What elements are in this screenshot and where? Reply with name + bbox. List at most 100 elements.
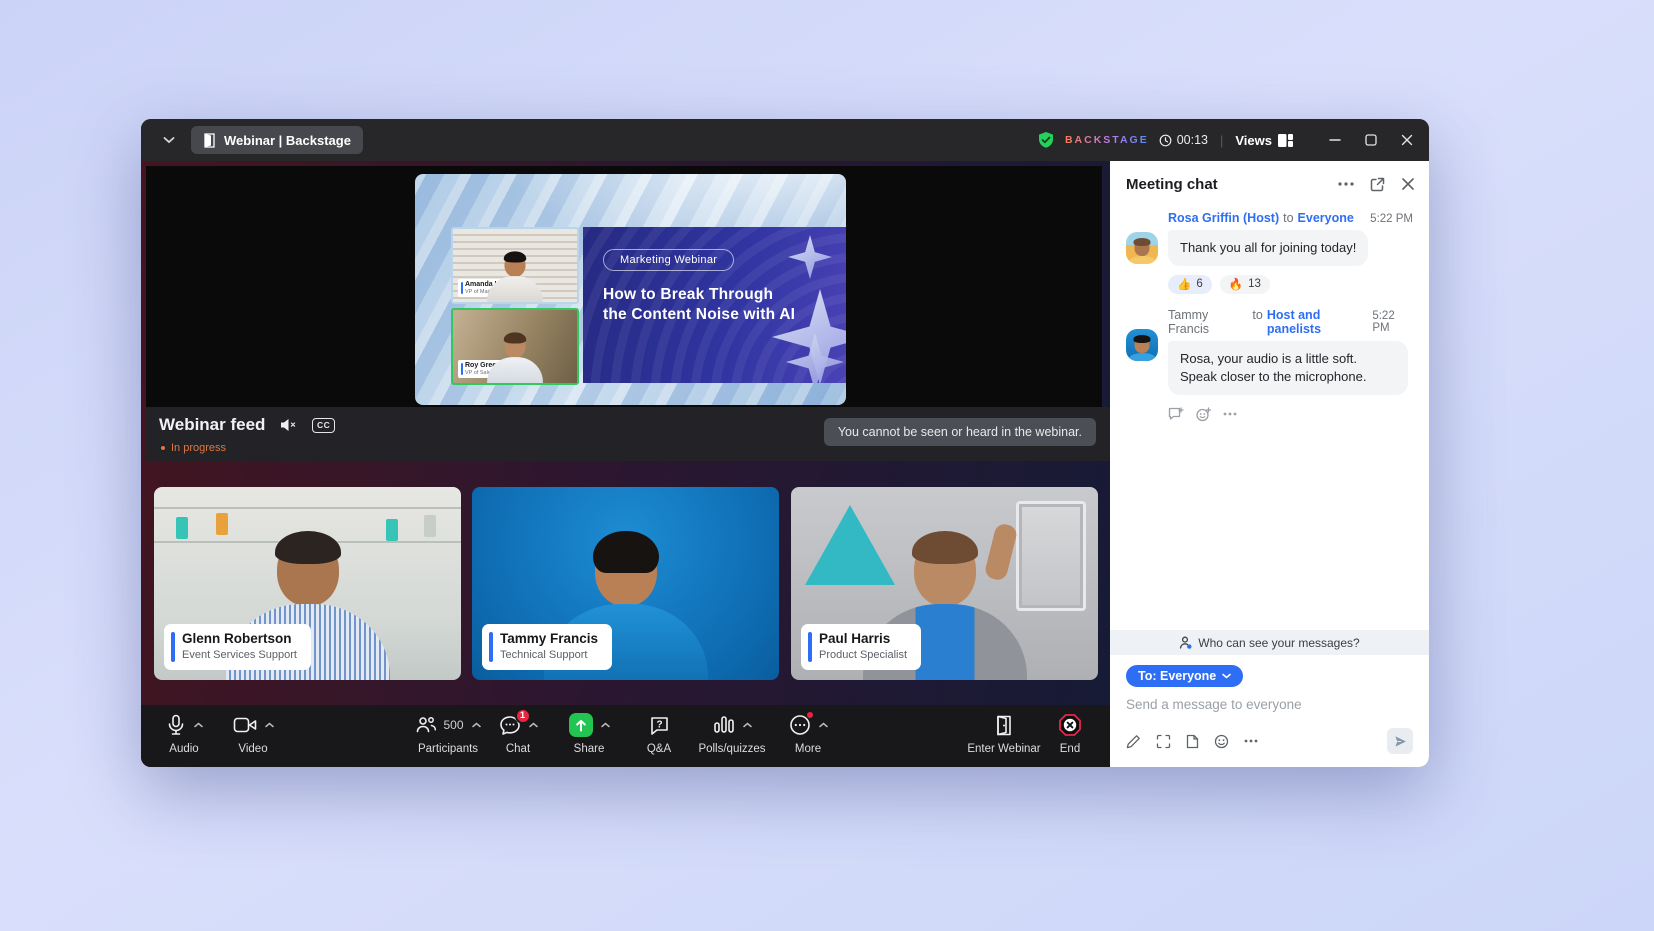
control-bar: Audio Video [141, 705, 1110, 767]
chevron-up-icon[interactable] [743, 722, 752, 728]
send-message-button[interactable] [1387, 728, 1413, 754]
message-bubble: Thank you all for joining today! [1168, 230, 1368, 266]
chat-message: Tammy Francis to Host and panelists 5:22… [1126, 308, 1413, 422]
quote-reply-icon[interactable] [1168, 407, 1184, 421]
feed-header: Webinar feed CC In progress You cannot b… [146, 407, 1110, 461]
reaction-fire[interactable]: 🔥13 [1220, 275, 1270, 294]
chat-message: Rosa Griffin (Host) to Everyone 5:22 PM … [1126, 211, 1413, 294]
sender-name[interactable]: Rosa Griffin (Host) [1168, 211, 1279, 225]
message-input[interactable] [1126, 697, 1376, 712]
chevron-up-icon[interactable] [819, 722, 828, 728]
share-button[interactable]: Share [559, 713, 619, 755]
closed-captions-icon[interactable]: CC [312, 418, 334, 433]
backstage-badge: BACKSTAGE [1065, 134, 1149, 146]
chevron-up-icon[interactable] [601, 722, 610, 728]
recipient-selector[interactable]: To: Everyone [1126, 665, 1243, 687]
presentation-slide: Amanda Lu VP of Marketing Roy Green VP o… [415, 174, 846, 405]
recipient-name[interactable]: Host and panelists [1267, 308, 1372, 336]
chevron-up-icon[interactable] [265, 722, 274, 728]
audio-button[interactable]: Audio [155, 713, 213, 755]
close-button[interactable] [1401, 134, 1413, 146]
nameplate: Glenn Robertson Event Services Support [164, 624, 311, 670]
chat-header: Meeting chat [1110, 161, 1429, 207]
message-more-icon[interactable] [1223, 412, 1237, 416]
qa-button[interactable]: ? Q&A [633, 713, 685, 755]
video-tile-glenn: Glenn Robertson Event Services Support [154, 487, 461, 680]
chat-messages: Rosa Griffin (Host) to Everyone 5:22 PM … [1110, 207, 1429, 428]
chat-button[interactable]: 1 Chat [489, 713, 547, 755]
chat-compose-area: Who can see your messages? To: Everyone [1110, 630, 1429, 767]
sparkle-icon [788, 235, 832, 279]
microphone-icon [166, 714, 186, 736]
views-button[interactable]: Views [1235, 133, 1293, 148]
reaction-thumbs-up[interactable]: 👍6 [1168, 275, 1212, 294]
sender-name[interactable]: Tammy Francis [1168, 308, 1248, 336]
chat-title: Meeting chat [1126, 176, 1218, 193]
enter-webinar-button[interactable]: Enter Webinar [953, 713, 1055, 755]
chat-bubble-icon: 1 [499, 715, 521, 736]
slide-content-panel: Marketing Webinar How to Break Through t… [583, 227, 846, 383]
person-privacy-icon [1179, 636, 1192, 649]
clock-icon [1159, 134, 1172, 147]
polls-quizzes-button[interactable]: Polls/quizzes [689, 713, 775, 755]
more-options-icon [789, 714, 811, 736]
chat-more-icon[interactable] [1338, 182, 1354, 186]
door-icon [203, 133, 216, 148]
more-button[interactable]: More [779, 713, 837, 755]
end-button[interactable]: End [1047, 713, 1093, 755]
camera-icon [233, 716, 257, 734]
pop-out-icon[interactable] [1370, 177, 1385, 192]
participants-count: 500 [443, 718, 463, 732]
compose-more-icon[interactable] [1244, 739, 1258, 743]
webinar-feed-area: Amanda Lu VP of Marketing Roy Green VP o… [146, 166, 1102, 407]
format-text-icon[interactable] [1126, 734, 1141, 749]
screen-capture-icon[interactable] [1156, 734, 1171, 749]
attach-file-icon[interactable] [1186, 734, 1199, 749]
divider: | [1220, 133, 1223, 148]
meeting-chat-panel: Meeting chat [1110, 161, 1429, 767]
webinar-stage: Amanda Lu VP of Marketing Roy Green VP o… [141, 161, 1110, 767]
nameplate: Tammy Francis Technical Support [482, 624, 612, 670]
chevron-up-icon[interactable] [194, 722, 203, 728]
app-window: Webinar | Backstage BACKSTAGE 00:13 | Vi… [141, 119, 1429, 767]
privacy-notice[interactable]: Who can see your messages? [1110, 630, 1429, 655]
feed-notice: You cannot be seen or heard in the webin… [824, 418, 1096, 446]
message-time: 5:22 PM [1370, 213, 1413, 225]
chevron-up-icon[interactable] [472, 722, 481, 728]
chevron-down-icon [1222, 673, 1231, 679]
speaker-thumbnail-amanda: Amanda Lu VP of Marketing [451, 227, 579, 304]
nameplate: Paul Harris Product Specialist [801, 624, 921, 670]
recipient-name[interactable]: Everyone [1298, 211, 1354, 225]
participants-button[interactable]: 500 Participants [393, 713, 503, 755]
more-notification-dot [806, 711, 814, 719]
backstage-tiles: Glenn Robertson Event Services Support T… [141, 461, 1110, 705]
qa-icon: ? [649, 715, 670, 736]
minimize-button[interactable] [1329, 134, 1341, 146]
chat-unread-badge: 1 [515, 708, 531, 724]
maximize-button[interactable] [1365, 134, 1377, 146]
polls-bar-chart-icon [713, 715, 735, 735]
feed-status: In progress [161, 442, 226, 454]
session-timer: 00:13 [1159, 133, 1208, 147]
close-chat-icon[interactable] [1401, 177, 1415, 191]
end-octagon-icon [1058, 713, 1082, 737]
emoji-icon[interactable] [1214, 734, 1229, 749]
speaker-muted-icon[interactable] [279, 417, 298, 433]
video-tile-tammy: Tammy Francis Technical Support [472, 487, 779, 680]
message-bubble: Rosa, your audio is a little soft. Speak… [1168, 341, 1408, 395]
tab-label: Webinar | Backstage [224, 133, 351, 148]
titlebar: Webinar | Backstage BACKSTAGE 00:13 | Vi… [141, 119, 1429, 161]
chevron-up-icon[interactable] [529, 722, 538, 728]
video-tile-paul: Paul Harris Product Specialist [791, 487, 1098, 680]
participants-icon [415, 715, 437, 735]
chevron-down-icon[interactable] [163, 136, 175, 144]
avatar [1126, 329, 1158, 361]
enter-door-icon [995, 715, 1013, 736]
tab-webinar-backstage[interactable]: Webinar | Backstage [191, 126, 363, 154]
shield-check-icon [1037, 131, 1055, 149]
add-reaction-icon[interactable] [1196, 407, 1211, 422]
avatar [1126, 232, 1158, 264]
feed-title: Webinar feed [159, 415, 265, 435]
video-button[interactable]: Video [223, 713, 283, 755]
message-time: 5:22 PM [1372, 310, 1413, 334]
